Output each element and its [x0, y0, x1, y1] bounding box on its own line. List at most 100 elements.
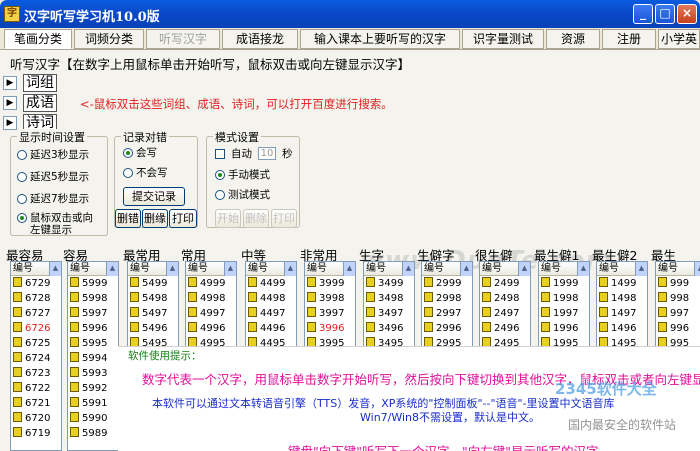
delay-3s-radio[interactable]: 延迟3秒显示: [17, 149, 89, 161]
cannot-write-radio[interactable]: 不会写: [123, 167, 168, 179]
list-item[interactable]: 3496: [364, 321, 414, 336]
number-list[interactable]: 编号 ▲ 6729 6728 6727 6726 6725 6724 6723 6722 6721 6…: [10, 261, 62, 451]
submit-record-button[interactable]: 提交记录: [123, 187, 185, 206]
list-item[interactable]: 6720: [11, 411, 61, 426]
list-item[interactable]: 5994: [68, 351, 118, 366]
expand-icon[interactable]: ▶: [3, 96, 17, 110]
tab-input-textbook[interactable]: 输入课本上要听写的汉字: [300, 29, 460, 49]
list-item[interactable]: 5991: [68, 396, 118, 411]
list-item[interactable]: 5990: [68, 411, 118, 426]
list-item[interactable]: 6722: [11, 381, 61, 396]
list-item[interactable]: 3999: [305, 276, 355, 291]
list-item[interactable]: 3996: [305, 321, 355, 336]
tab-dictation[interactable]: 听写汉字: [146, 29, 220, 49]
scroll-up-icon[interactable]: ▲: [343, 262, 355, 276]
list-item[interactable]: 2496: [480, 321, 530, 336]
list-item[interactable]: 3498: [364, 291, 414, 306]
tab-resources[interactable]: 资源: [546, 29, 600, 49]
list-item[interactable]: 1996: [539, 321, 589, 336]
list-item[interactable]: 3997: [305, 306, 355, 321]
scroll-up-icon[interactable]: ▲: [694, 262, 700, 276]
scroll-up-icon[interactable]: ▲: [460, 262, 472, 276]
list-item[interactable]: 1496: [597, 321, 647, 336]
scroll-up-icon[interactable]: ▲: [106, 262, 118, 276]
list-item[interactable]: 6724: [11, 351, 61, 366]
number-list[interactable]: 编号 ▲ 5999 5998 5997 5996 5995 5994 5993 5992 5991 5…: [67, 261, 119, 451]
list-item[interactable]: 999: [656, 276, 700, 291]
print-button[interactable]: 打印: [169, 209, 197, 228]
list-item[interactable]: 4498: [246, 291, 296, 306]
delete-wrong-button[interactable]: 删错: [115, 209, 141, 228]
can-write-radio[interactable]: 会写: [123, 147, 157, 159]
list-item[interactable]: 6727: [11, 306, 61, 321]
list-item[interactable]: 6729: [11, 276, 61, 291]
list-item[interactable]: 5995: [68, 336, 118, 351]
list-item[interactable]: 996: [656, 321, 700, 336]
list-item[interactable]: 1997: [539, 306, 589, 321]
test-mode-radio[interactable]: 测试模式: [215, 189, 270, 201]
tab-primary-english[interactable]: 小学英: [658, 29, 700, 49]
minimize-button[interactable]: _: [633, 4, 653, 24]
list-item[interactable]: 6723: [11, 366, 61, 381]
list-item[interactable]: 3499: [364, 276, 414, 291]
list-item[interactable]: 5989: [68, 426, 118, 441]
close-button[interactable]: ×: [677, 4, 697, 24]
list-item[interactable]: 998: [656, 291, 700, 306]
list-item[interactable]: 5496: [128, 321, 178, 336]
list-item[interactable]: 5992: [68, 381, 118, 396]
tab-literacy-test[interactable]: 识字量测试: [462, 29, 544, 49]
list-item[interactable]: 4999: [186, 276, 236, 291]
list-item[interactable]: 1498: [597, 291, 647, 306]
list-item[interactable]: 5498: [128, 291, 178, 306]
scroll-up-icon[interactable]: ▲: [402, 262, 414, 276]
list-item[interactable]: 4497: [246, 306, 296, 321]
list-item[interactable]: 4998: [186, 291, 236, 306]
list-item[interactable]: 1998: [539, 291, 589, 306]
list-item[interactable]: 3497: [364, 306, 414, 321]
list-item[interactable]: 2996: [422, 321, 472, 336]
list-item[interactable]: 5999: [68, 276, 118, 291]
category-phrases[interactable]: 词组: [23, 74, 57, 92]
print-button-mode[interactable]: 打印: [271, 209, 297, 228]
double-click-show-radio[interactable]: 鼠标双击或向左键显示: [17, 212, 99, 236]
list-item[interactable]: 6721: [11, 396, 61, 411]
list-item[interactable]: 5497: [128, 306, 178, 321]
tab-register[interactable]: 注册: [602, 29, 656, 49]
list-item[interactable]: 5996: [68, 321, 118, 336]
list-item[interactable]: 1499: [597, 276, 647, 291]
list-item[interactable]: 997: [656, 306, 700, 321]
start-button[interactable]: 开始: [215, 209, 241, 228]
list-item[interactable]: 2997: [422, 306, 472, 321]
delete-button[interactable]: 删除: [243, 209, 269, 228]
list-item[interactable]: 2998: [422, 291, 472, 306]
list-item[interactable]: 1999: [539, 276, 589, 291]
scroll-up-icon[interactable]: ▲: [518, 262, 530, 276]
list-item[interactable]: 4496: [246, 321, 296, 336]
expand-icon[interactable]: ▶: [3, 76, 17, 90]
scroll-up-icon[interactable]: ▲: [284, 262, 296, 276]
list-item[interactable]: 6728: [11, 291, 61, 306]
list-item[interactable]: 5993: [68, 366, 118, 381]
tab-frequency-category[interactable]: 词频分类: [74, 29, 144, 49]
auto-seconds-input[interactable]: 10: [258, 147, 276, 160]
category-idioms[interactable]: 成语: [23, 94, 57, 112]
list-item[interactable]: 4996: [186, 321, 236, 336]
manual-mode-radio[interactable]: 手动模式: [215, 169, 270, 181]
list-item[interactable]: 2497: [480, 306, 530, 321]
tab-idiom-chain[interactable]: 成语接龙: [222, 29, 298, 49]
scroll-up-icon[interactable]: ▲: [635, 262, 647, 276]
auto-mode-checkbox[interactable]: 自动 10 秒: [215, 147, 293, 160]
scroll-up-icon[interactable]: ▲: [224, 262, 236, 276]
scroll-up-icon[interactable]: ▲: [577, 262, 589, 276]
list-item[interactable]: 4499: [246, 276, 296, 291]
list-item[interactable]: 1497: [597, 306, 647, 321]
list-item[interactable]: 5499: [128, 276, 178, 291]
list-item[interactable]: 2999: [422, 276, 472, 291]
list-item[interactable]: 6719: [11, 426, 61, 441]
delete-record-button[interactable]: 删缘: [142, 209, 168, 228]
list-item[interactable]: 2498: [480, 291, 530, 306]
tab-stroke-category[interactable]: 笔画分类: [4, 29, 72, 49]
scroll-up-icon[interactable]: ▲: [49, 262, 61, 276]
list-item[interactable]: 3998: [305, 291, 355, 306]
list-item[interactable]: 4997: [186, 306, 236, 321]
